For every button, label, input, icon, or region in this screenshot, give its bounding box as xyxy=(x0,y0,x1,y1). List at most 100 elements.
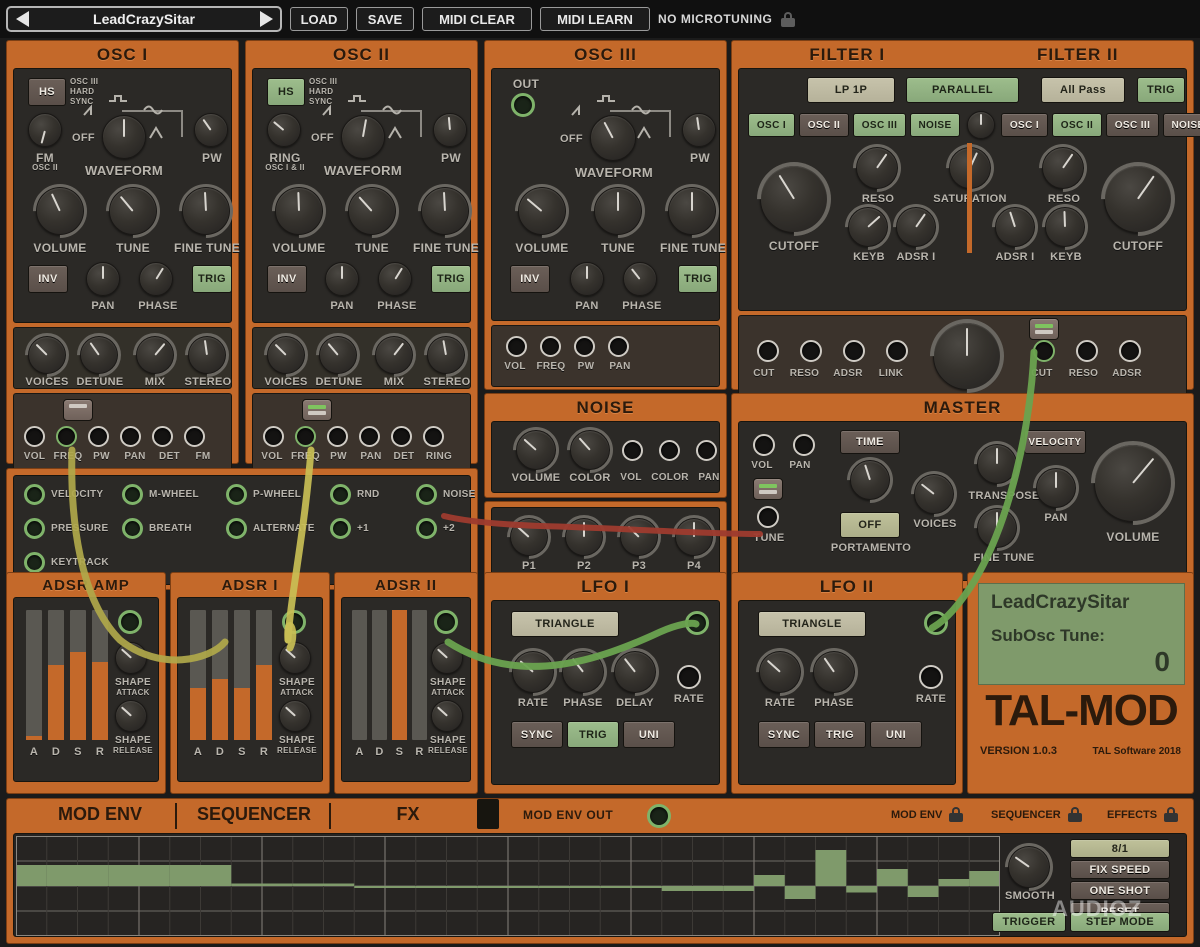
mod-env-trigger-button[interactable]: TRIGGER xyxy=(992,912,1066,932)
filter2-adsr-knob[interactable] xyxy=(982,194,1048,260)
adsr1-shape-release-knob[interactable] xyxy=(279,700,311,732)
master-volume-knob[interactable] xyxy=(1073,423,1193,543)
adsr1-slider-s[interactable] xyxy=(234,610,250,740)
mod-env-smooth-knob[interactable] xyxy=(995,833,1063,901)
filter2-jack-adsr[interactable] xyxy=(1119,340,1141,362)
osc3-jack-freq[interactable] xyxy=(540,336,561,357)
osc3-pw-knob[interactable] xyxy=(682,113,716,147)
noise-jack-color[interactable] xyxy=(659,440,680,461)
osc3-trig-button[interactable]: TRIG xyxy=(678,265,718,293)
adsr1-slider-d[interactable] xyxy=(212,610,228,740)
mod-env-out-jack[interactable] xyxy=(647,804,671,828)
master-portamento-button[interactable]: OFF xyxy=(840,512,900,538)
master-pan-knob[interactable] xyxy=(1023,455,1089,521)
osc3-jack-pw[interactable] xyxy=(574,336,595,357)
osc1-jack-pan[interactable] xyxy=(120,426,141,447)
filter2-reso-knob[interactable] xyxy=(1029,134,1097,202)
filter2-cutoff-knob[interactable] xyxy=(1085,146,1191,252)
lfo2-waveform-button[interactable]: TRIANGLE xyxy=(758,611,866,637)
filter2-keyb-knob[interactable] xyxy=(1032,194,1098,260)
filter1-cutoff-knob[interactable] xyxy=(741,146,847,252)
adsr2-slider-d[interactable] xyxy=(372,610,387,740)
mod-env-rate-button[interactable]: 8/1 xyxy=(1070,839,1170,858)
noise-color-knob[interactable] xyxy=(557,417,623,483)
lfo1-uni-button[interactable]: UNI xyxy=(623,721,675,748)
master-jack-vol[interactable] xyxy=(753,434,775,456)
filter-routing-button[interactable]: PARALLEL xyxy=(906,77,1019,103)
osc1-phase-knob[interactable] xyxy=(139,262,173,296)
noise-jack-pan[interactable] xyxy=(696,440,717,461)
mod-jack-pressure[interactable] xyxy=(24,518,45,539)
osc2-jack-freq[interactable] xyxy=(295,426,316,447)
osc2-stereo-knob[interactable] xyxy=(414,323,478,387)
midi-clear-button[interactable]: MIDI CLEAR xyxy=(422,7,532,31)
osc1-jack-pw[interactable] xyxy=(88,426,109,447)
filter1-src-osc1[interactable]: OSC I xyxy=(748,113,795,137)
noise-jack-vol[interactable] xyxy=(622,440,643,461)
osc2-trig-button[interactable]: TRIG xyxy=(431,265,471,293)
adsr-amp-slider-d[interactable] xyxy=(48,610,64,740)
lfo1-trig-button[interactable]: TRIG xyxy=(567,721,619,748)
filter2-jack-cut[interactable] xyxy=(1033,340,1055,362)
master-jack-tune[interactable] xyxy=(757,506,779,528)
adsr2-shape-attack-knob[interactable] xyxy=(431,642,463,674)
filter-mid-knob[interactable] xyxy=(967,111,995,139)
mod-jack-pwheel[interactable] xyxy=(226,484,247,505)
adsr-amp-slider-r[interactable] xyxy=(92,610,108,740)
osc2-inv-button[interactable]: INV xyxy=(267,265,307,293)
osc2-phase-knob[interactable] xyxy=(378,262,412,296)
osc2-pan-knob[interactable] xyxy=(325,262,359,296)
osc3-inv-button[interactable]: INV xyxy=(510,265,550,293)
mod-env-editor[interactable]: SMOOTH 8/1 FIX SPEED ONE SHOT RESET TRIG… xyxy=(13,833,1187,937)
lfo1-delay-knob[interactable] xyxy=(601,638,669,706)
lfo1-rate-knob[interactable] xyxy=(499,638,567,706)
filter2-trig-button[interactable]: TRIG xyxy=(1137,77,1185,103)
lfo1-out-jack[interactable] xyxy=(685,611,709,635)
osc1-fm-knob[interactable] xyxy=(28,113,62,147)
tab-fx[interactable]: FX xyxy=(333,804,483,825)
osc2-finetune-knob[interactable] xyxy=(406,172,484,250)
osc1-stereo-knob[interactable] xyxy=(175,323,239,387)
filter2-src-osc2[interactable]: OSC II xyxy=(1052,113,1102,137)
filter1-src-osc3[interactable]: OSC III xyxy=(853,113,906,137)
osc1-pw-knob[interactable] xyxy=(194,113,228,147)
filter1-jack-reso[interactable] xyxy=(800,340,822,362)
preset-selector[interactable]: LeadCrazySitar xyxy=(6,6,282,32)
mod-jack-velocity[interactable] xyxy=(24,484,45,505)
perf-p2-knob[interactable] xyxy=(552,505,616,569)
lfo2-rate-knob[interactable] xyxy=(746,638,814,706)
osc2-mix-knob[interactable] xyxy=(362,323,426,387)
osc1-mod-slot-button[interactable] xyxy=(63,399,93,421)
osc1-hs-button[interactable]: HS xyxy=(28,78,66,106)
lfo2-sync-button[interactable]: SYNC xyxy=(758,721,810,748)
osc3-finetune-knob[interactable] xyxy=(653,172,731,250)
osc3-pan-knob[interactable] xyxy=(570,262,604,296)
osc2-waveform-knob[interactable] xyxy=(341,115,385,159)
master-voices-knob[interactable] xyxy=(901,461,967,527)
osc2-mod-slot-button[interactable] xyxy=(302,399,332,421)
master-time-knob[interactable] xyxy=(837,447,903,513)
adsr-amp-shape-release-knob[interactable] xyxy=(115,700,147,732)
osc2-jack-vol[interactable] xyxy=(263,426,284,447)
mod-jack-keytrack[interactable] xyxy=(24,552,45,573)
filter2-src-noise[interactable]: NOISE xyxy=(1163,113,1200,137)
osc2-pw-knob[interactable] xyxy=(433,113,467,147)
filter-cutoff-link-knob[interactable] xyxy=(914,303,1020,409)
osc2-hs-button[interactable]: HS xyxy=(267,78,305,106)
filter1-adsr-knob[interactable] xyxy=(883,194,949,260)
adsr-amp-out-jack[interactable] xyxy=(118,610,142,634)
effects-lock-icon[interactable] xyxy=(1163,807,1179,822)
osc1-jack-freq[interactable] xyxy=(56,426,77,447)
mod-jack-mwheel[interactable] xyxy=(122,484,143,505)
load-button[interactable]: LOAD xyxy=(290,7,348,31)
mod-env-lock-icon[interactable] xyxy=(948,807,964,822)
lfo1-rate-jack[interactable] xyxy=(677,665,701,689)
perf-p1-knob[interactable] xyxy=(497,505,561,569)
osc1-detune-knob[interactable] xyxy=(67,323,131,387)
lfo1-waveform-button[interactable]: TRIANGLE xyxy=(511,611,619,637)
mod-env-fixspeed-button[interactable]: FIX SPEED xyxy=(1070,860,1170,879)
adsr2-slider-a[interactable] xyxy=(352,610,367,740)
lock-icon[interactable] xyxy=(780,11,796,27)
mod-jack-noise[interactable] xyxy=(416,484,437,505)
lfo2-trig-button[interactable]: TRIG xyxy=(814,721,866,748)
